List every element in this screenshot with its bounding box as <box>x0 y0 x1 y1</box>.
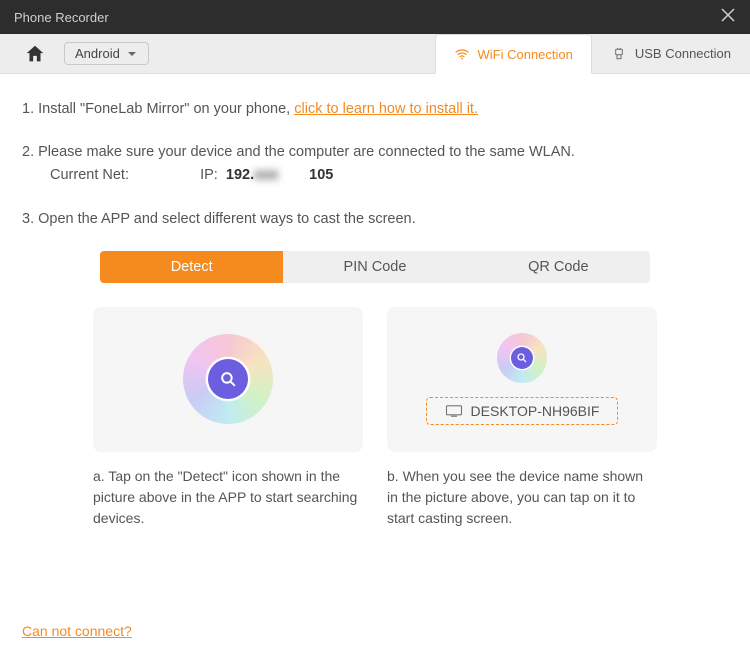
tab-wifi-connection[interactable]: WiFi Connection <box>435 34 592 74</box>
tab-pin-code[interactable]: PIN Code <box>283 251 466 283</box>
tab-qr-code[interactable]: QR Code <box>467 251 650 283</box>
detect-ring-icon <box>183 334 273 424</box>
device-name-box[interactable]: DESKTOP-NH96BIF <box>426 397 619 425</box>
tab-label: WiFi Connection <box>478 47 573 62</box>
platform-dropdown[interactable]: Android <box>64 42 149 65</box>
panel-b: DESKTOP-NH96BIF b. When you see the devi… <box>387 307 657 529</box>
current-net-label: Current Net: <box>50 167 129 183</box>
tab-usb-connection[interactable]: USB Connection <box>592 34 750 73</box>
ip-label: IP: <box>200 167 218 183</box>
panel-a: a. Tap on the "Detect" icon shown in the… <box>93 307 363 529</box>
cannot-connect-link[interactable]: Can not connect? <box>22 623 132 639</box>
home-button[interactable] <box>14 34 56 73</box>
panels: a. Tap on the "Detect" icon shown in the… <box>22 307 728 529</box>
ip-value: 192.xxx105 <box>226 167 333 183</box>
platform-label: Android <box>75 46 120 61</box>
step-1: 1. Install "FoneLab Mirror" on your phon… <box>22 98 728 121</box>
wifi-icon <box>454 46 470 62</box>
detect-illustration <box>93 307 363 452</box>
step-2: 2. Please make sure your device and the … <box>22 141 728 187</box>
device-illustration: DESKTOP-NH96BIF <box>387 307 657 452</box>
close-icon[interactable] <box>720 7 736 28</box>
step-3: 3. Open the APP and select different way… <box>22 208 728 231</box>
content: 1. Install "FoneLab Mirror" on your phon… <box>0 74 750 529</box>
tab-label: USB Connection <box>635 46 731 61</box>
detect-ring-small-icon <box>497 333 547 383</box>
home-icon <box>24 43 46 65</box>
device-name: DESKTOP-NH96BIF <box>471 403 600 419</box>
current-net-value <box>133 164 188 187</box>
toolbar: Android WiFi Connection USB Connection <box>0 34 750 74</box>
install-link[interactable]: click to learn how to install it. <box>294 101 478 117</box>
connection-tabs: WiFi Connection USB Connection <box>435 34 750 73</box>
search-icon <box>219 370 238 389</box>
chevron-down-icon <box>126 48 138 60</box>
monitor-icon <box>445 404 463 418</box>
search-icon <box>516 352 528 364</box>
titlebar: Phone Recorder <box>0 0 750 34</box>
cast-tabs: Detect PIN Code QR Code <box>100 251 650 283</box>
caption-b: b. When you see the device name shown in… <box>387 466 657 529</box>
tab-detect[interactable]: Detect <box>100 251 283 283</box>
usb-icon <box>611 46 627 62</box>
window-title: Phone Recorder <box>14 10 109 25</box>
caption-a: a. Tap on the "Detect" icon shown in the… <box>93 466 363 529</box>
